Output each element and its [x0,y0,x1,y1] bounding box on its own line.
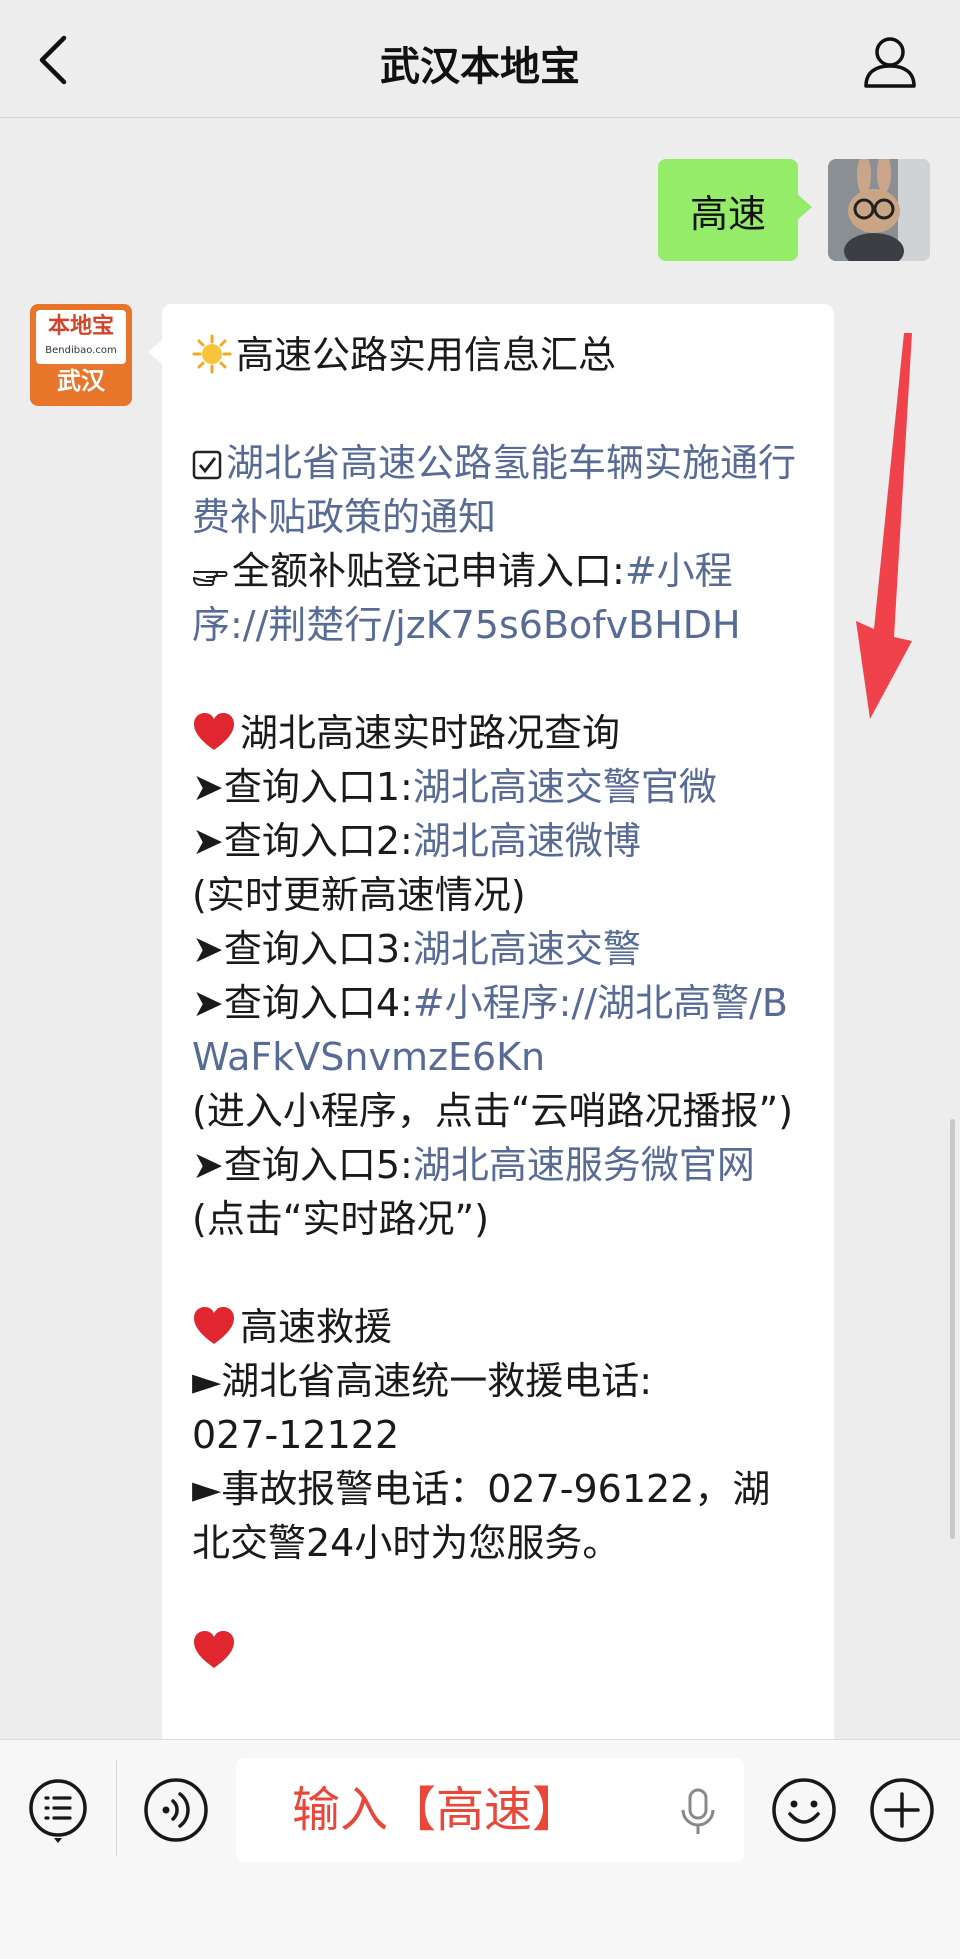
heart-emoji [194,713,234,750]
accident-line: ►事故报警电话：027-96122，湖北交警24小时为您服务。 [192,1467,771,1565]
outgoing-bubble[interactable]: 高速 [657,159,813,261]
policy-link[interactable]: 湖北省高速公路氢能车辆实施通行费补贴政策的通知 [192,441,796,539]
entry-label: ➤查询入口5: [192,1143,413,1187]
input-placeholder: 输入【高速】 [292,1782,581,1838]
entry-2: ➤查询入口2:湖北高速微博 [192,814,808,868]
user-avatar[interactable] [828,159,930,261]
city-label: 武汉 [57,367,105,395]
entry-label: ➤查询入口1: [192,765,413,809]
incoming-message: 本地宝 Bendibao.com 武汉 高速公路实用信息汇总 湖北省高速公路氢能… [30,304,834,1739]
scrollbar[interactable] [950,1119,955,1539]
voice-icon[interactable] [142,1776,210,1844]
red-arrow-annotation [856,333,912,719]
input-toolbar: 输入【高速】 [0,1739,960,1959]
partial-heading [192,1624,808,1678]
entry-4-note: (进入小程序，点击“云哨路况播报”) [192,1089,794,1133]
bendibao-logo: 本地宝 Bendibao.com [36,310,126,364]
plus-icon[interactable] [868,1776,936,1844]
entry-5: ➤查询入口5:湖北高速服务微官网 [192,1138,808,1192]
microphone-icon[interactable] [680,1788,716,1836]
chat-area[interactable]: 高速 本地宝 Bendibao.com 武汉 高速公路实用信息汇总 湖北省高速公… [0,119,960,1739]
rescue-phone: 027-12122 [192,1413,400,1457]
entry-3-link[interactable]: 湖北高速交警 [413,927,641,971]
person-icon[interactable] [862,34,918,90]
section-heading: 高速公路实用信息汇总 [192,328,808,382]
top-navigation-bar: 武汉本地宝 [0,0,960,118]
outgoing-message: 高速 [657,159,930,261]
policy-line: 湖北省高速公路氢能车辆实施通行费补贴政策的通知 [192,436,808,544]
smiley-icon[interactable] [770,1776,838,1844]
list-menu-icon[interactable] [26,1776,94,1844]
sun-emoji [192,334,232,374]
section-heading: 高速救援 [192,1300,808,1354]
entry-1-link[interactable]: 湖北高速交警官微 [413,765,717,809]
message-input[interactable]: 输入【高速】 [236,1758,744,1862]
entry-4: ➤查询入口4:#小程序://湖北高警/BWaFkVSnvmzE6Kn [192,976,808,1084]
traffic-title: 湖北高速实时路况查询 [240,711,621,755]
entry-label: ➤查询入口3: [192,927,413,971]
entry-2-link[interactable]: 湖北高速微博 [413,819,641,863]
entry-5-note: (点击“实时路况”) [192,1197,490,1241]
incoming-bubble[interactable]: 高速公路实用信息汇总 湖北省高速公路氢能车辆实施通行费补贴政策的通知 全额补贴登… [148,304,834,1739]
toolbar-divider [116,1760,117,1856]
heart-emoji [194,1631,234,1668]
bendibao-avatar[interactable]: 本地宝 Bendibao.com 武汉 [30,304,132,406]
entry-2-note: (实时更新高速情况) [192,873,526,917]
page-title: 武汉本地宝 [380,44,580,90]
rabbit-avatar-image [828,159,930,261]
summary-title: 高速公路实用信息汇总 [236,333,617,377]
rescue-line: ►湖北省高速统一救援电话: [192,1359,653,1403]
subsidy-label: 全额补贴登记申请入口: [232,549,625,593]
rescue-title: 高速救援 [240,1305,393,1349]
heart-emoji [194,1307,234,1344]
subsidy-line: 全额补贴登记申请入口:#小程序://荆楚行/jzK75s6BofvBHDH [192,544,808,652]
entry-label: ➤查询入口2: [192,819,413,863]
entry-label: ➤查询入口4: [192,981,413,1025]
entry-5-link[interactable]: 湖北高速服务微官网 [413,1143,755,1187]
entry-3: ➤查询入口3:湖北高速交警 [192,922,808,976]
entry-1: ➤查询入口1:湖北高速交警官微 [192,760,808,814]
pointing-hand-icon [192,571,228,586]
section-heading: 湖北高速实时路况查询 [192,706,808,760]
checkbox-icon [192,450,222,480]
